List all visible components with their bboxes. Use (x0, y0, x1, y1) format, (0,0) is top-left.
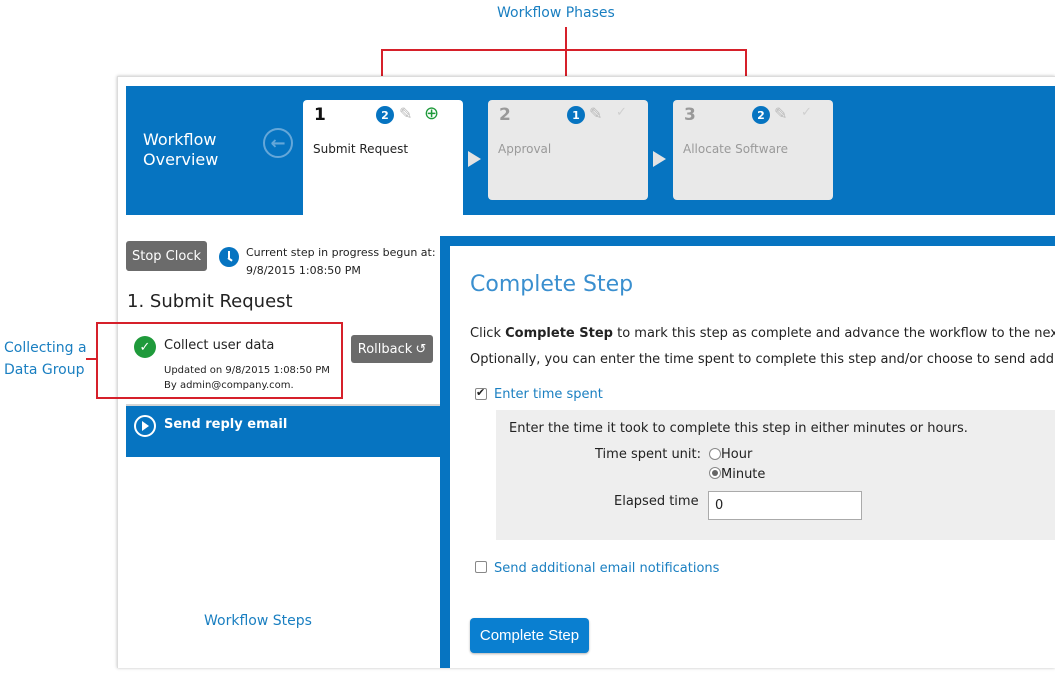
annotation-box-edge (96, 322, 343, 324)
annotation-line (381, 49, 747, 51)
time-unit-label: Time spent unit: (595, 447, 702, 462)
step-title: 1. Submit Request (127, 291, 293, 312)
phase-arrow-icon (653, 151, 666, 167)
edit-pencil-icon[interactable]: ✎ (399, 104, 412, 123)
phase-card-approval[interactable]: 2 1 ✎ ✓ Approval (488, 100, 648, 200)
hour-radio[interactable] (709, 448, 721, 460)
annotation-box-edge (96, 322, 98, 399)
complete-step-heading: Complete Step (470, 272, 634, 297)
complete-step-button[interactable]: Complete Step (470, 618, 589, 653)
elapsed-time-input[interactable] (708, 491, 862, 520)
task-updated-by: By admin@company.com. (164, 380, 294, 391)
phase-name: Allocate Software (683, 142, 788, 156)
edit-pencil-icon[interactable]: ✎ (589, 104, 602, 123)
task-complete-check-icon: ✓ (134, 336, 156, 358)
task-count-badge: 2 (376, 106, 394, 124)
task-name-collect-user-data[interactable]: Collect user data (164, 338, 274, 353)
annotation-line (565, 27, 567, 51)
current-phase-target-icon: ⊕ (424, 103, 440, 124)
time-entry-intro: Enter the time it took to complete this … (509, 421, 968, 436)
workflow-overview-title: Workflow Overview (143, 130, 218, 170)
hour-radio-label[interactable]: Hour (721, 447, 752, 462)
play-icon (134, 415, 156, 437)
elapsed-time-label: Elapsed time (614, 494, 699, 509)
minute-radio-label[interactable]: Minute (721, 467, 765, 482)
enter-time-label[interactable]: Enter time spent (494, 387, 603, 402)
clock-icon (219, 247, 239, 267)
annotation-box-edge (96, 397, 343, 399)
enter-time-checkbox[interactable] (475, 386, 487, 400)
phase-name: Submit Request (313, 142, 409, 156)
phase-arrow-icon (468, 151, 481, 167)
rollback-label: Rollback (357, 341, 413, 357)
phase-card-submit-request[interactable]: 1 2 ✎ ⊕ Submit Request (303, 100, 463, 216)
complete-check-icon: ✓ (616, 105, 627, 120)
complete-check-icon: ✓ (801, 105, 812, 120)
complete-step-instructions: Click Complete Step to mark this step as… (470, 326, 1055, 341)
current-step-info: Current step in progress begun at: 9/8/2… (246, 244, 436, 280)
next-task-label: Send reply email (164, 417, 288, 432)
current-step-timestamp: 9/8/2015 1:08:50 PM (246, 264, 361, 277)
instructions-text: Click (470, 326, 506, 341)
phase-name: Approval (498, 142, 552, 156)
task-count-badge: 1 (567, 106, 585, 124)
task-count-badge: 2 (752, 106, 770, 124)
stop-clock-button[interactable]: Stop Clock (126, 241, 207, 271)
task-meta: Updated on 9/8/2015 1:08:50 PM By admin@… (164, 363, 330, 393)
annotation-workflow-phases: Workflow Phases (497, 5, 615, 21)
phase-card-allocate-software[interactable]: 3 2 ✎ ✓ Allocate Software (673, 100, 833, 200)
task-updated-timestamp: Updated on 9/8/2015 1:08:50 PM (164, 365, 330, 376)
current-step-label: Current step in progress begun at: (246, 246, 436, 259)
workflow-overview-title-line2: Overview (143, 150, 219, 169)
annotation-data-group-line1: Collecting a (4, 340, 87, 356)
annotation-workflow-steps: Workflow Steps (204, 613, 312, 629)
instructions-bold: Complete Step (505, 326, 613, 341)
workflow-overview-title-line1: Workflow (143, 130, 217, 149)
annotation-line (86, 358, 96, 360)
phase-number: 2 (499, 105, 511, 125)
optional-instructions: Optionally, you can enter the time spent… (470, 352, 1055, 367)
annotation-data-group: Collecting a Data Group (4, 337, 87, 381)
rollback-button[interactable]: Rollback ↺ (351, 335, 433, 363)
back-arrow-icon[interactable]: ← (263, 128, 293, 158)
send-email-label[interactable]: Send additional email notifications (494, 561, 719, 576)
phase-number: 1 (314, 105, 326, 125)
edit-pencil-icon[interactable]: ✎ (774, 104, 787, 123)
send-email-checkbox[interactable] (475, 561, 487, 573)
rollback-icon: ↺ (415, 341, 427, 357)
annotation-box-edge (341, 322, 343, 399)
phase-number: 3 (684, 105, 696, 125)
minute-radio[interactable] (709, 467, 721, 479)
annotation-data-group-line2: Data Group (4, 362, 85, 378)
instructions-text: to mark this step as complete and advanc… (612, 326, 1055, 341)
